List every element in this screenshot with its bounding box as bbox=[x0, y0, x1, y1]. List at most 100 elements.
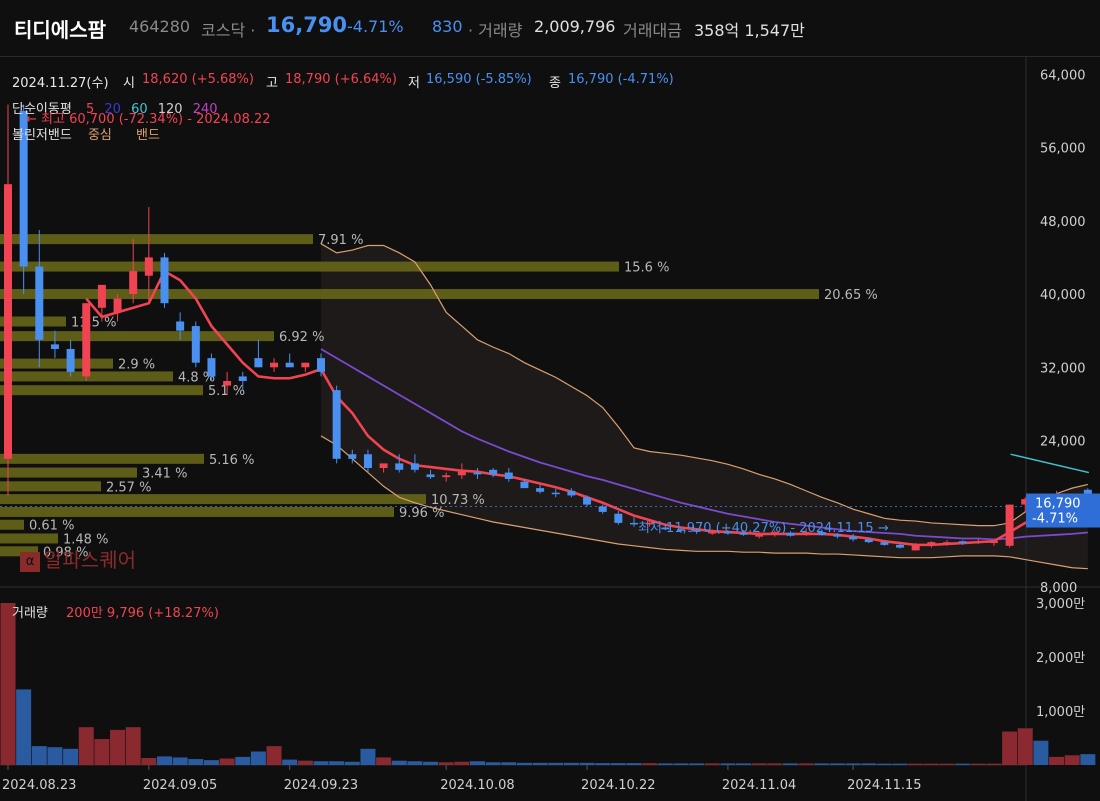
volume-profile-label: 2.57 % bbox=[106, 480, 151, 495]
volume-tick: 3,000만 bbox=[1036, 597, 1085, 612]
candle-body bbox=[567, 490, 576, 496]
candle-body bbox=[129, 271, 138, 295]
volume-bar bbox=[78, 727, 94, 765]
volume-bar bbox=[516, 762, 532, 765]
volume-profile-label: 5.16 % bbox=[209, 453, 254, 468]
candle-body bbox=[270, 362, 279, 368]
volume-profile-label: 11.5 % bbox=[71, 316, 116, 331]
volume-profile-label: 2.9 % bbox=[118, 358, 155, 373]
candle-body bbox=[520, 481, 529, 489]
volume-profile-bar bbox=[0, 481, 101, 492]
time-tick: 2024.11.15 bbox=[847, 778, 921, 793]
candle-body bbox=[379, 463, 388, 468]
candle-body bbox=[301, 362, 310, 368]
candle-body bbox=[551, 492, 560, 495]
candle-body bbox=[410, 463, 419, 470]
volume-bar bbox=[892, 763, 908, 765]
volume-bar bbox=[1064, 755, 1080, 765]
volume-bar bbox=[986, 763, 1002, 765]
volume-profile-bar bbox=[0, 289, 819, 300]
volume-bar bbox=[673, 763, 689, 765]
volume-bar bbox=[595, 763, 611, 765]
volume-bar bbox=[532, 762, 548, 765]
volume-bar bbox=[579, 762, 595, 765]
volume-bar bbox=[1033, 740, 1049, 765]
volume-profile-bar bbox=[0, 261, 619, 272]
alphasquare-logo-icon: α bbox=[20, 552, 40, 572]
bb-legend[interactable]: 볼린저밴드 중심 밴드 bbox=[12, 126, 160, 146]
time-tick: 2024.08.23 bbox=[2, 778, 76, 793]
volume-profile-bar bbox=[0, 358, 113, 369]
volume-bar bbox=[344, 761, 360, 765]
candle-body bbox=[160, 257, 169, 304]
volume-bar bbox=[63, 748, 79, 765]
volume-bar bbox=[219, 758, 235, 765]
volume-profile-bar bbox=[0, 453, 204, 464]
volume-profile-bar bbox=[0, 519, 24, 530]
min-price-note: 최저 11,970 (+40.27%) - 2024.11.15 → bbox=[638, 517, 889, 536]
volume-bar bbox=[955, 763, 971, 765]
volume-bar bbox=[689, 763, 705, 765]
price-tick: 24,000 bbox=[1040, 435, 1086, 450]
candle-body bbox=[35, 266, 44, 340]
candle-body bbox=[989, 541, 998, 544]
volume-bar bbox=[798, 763, 814, 765]
volume-bar bbox=[438, 762, 454, 765]
volume-bar bbox=[454, 761, 470, 765]
candle-body bbox=[395, 463, 404, 470]
volume-bar bbox=[250, 751, 266, 765]
volume-bar bbox=[657, 763, 673, 765]
candle-body bbox=[191, 326, 200, 363]
max-note-text: 최고 60,700 (-72.34%) - 2024.08.22 bbox=[41, 112, 271, 127]
volume-bar bbox=[0, 603, 16, 765]
volume-bar bbox=[110, 729, 126, 765]
candle-body bbox=[207, 358, 216, 377]
candle-body bbox=[348, 454, 357, 459]
candle-body bbox=[363, 454, 372, 468]
candle-body bbox=[536, 488, 545, 492]
volume-bar bbox=[329, 761, 345, 765]
candle-body bbox=[4, 184, 12, 459]
volume-tick: 1,000만 bbox=[1036, 705, 1085, 720]
volume-bar bbox=[376, 757, 392, 765]
volume-bar bbox=[313, 761, 329, 765]
candle-body bbox=[144, 257, 153, 276]
candle-body bbox=[426, 474, 435, 478]
ma60-line bbox=[1010, 453, 1090, 474]
volume-bar bbox=[266, 746, 282, 765]
candle-body bbox=[598, 506, 607, 512]
price-tick: 64,000 bbox=[1040, 68, 1086, 83]
candle-body bbox=[943, 542, 951, 544]
candle-body bbox=[238, 376, 247, 382]
candle-body bbox=[880, 542, 889, 545]
candle-body bbox=[113, 298, 122, 313]
price-tick: 32,000 bbox=[1040, 361, 1086, 376]
volume-profile-label: 9.96 % bbox=[399, 506, 444, 521]
volume-panel-label: 거래량 200만 9,796 (+18.27%) bbox=[12, 604, 219, 624]
time-tick: 2024.10.08 bbox=[440, 778, 514, 793]
volume-bar bbox=[16, 689, 32, 765]
candle-body bbox=[332, 390, 341, 459]
bb-band-label: 밴드 bbox=[136, 128, 160, 143]
volume-bar bbox=[235, 756, 251, 765]
volume-bar bbox=[157, 756, 172, 765]
candle-body bbox=[473, 472, 482, 475]
current-pct-tag: -4.71% bbox=[1032, 512, 1078, 527]
bb-label: 볼린저밴드 bbox=[12, 128, 72, 143]
volume-bar bbox=[829, 763, 845, 765]
volume-bar bbox=[610, 763, 626, 765]
volume-bar bbox=[282, 759, 298, 765]
bb-mid-label: 중심 bbox=[87, 128, 112, 143]
volume-bar bbox=[360, 748, 376, 765]
volume-profile-label: 15.6 % bbox=[624, 261, 669, 276]
candle-body bbox=[583, 497, 592, 505]
volume-tick: 2,000만 bbox=[1036, 651, 1085, 666]
volume-bar bbox=[47, 747, 63, 765]
volume-bar bbox=[423, 761, 439, 765]
candle-body bbox=[896, 544, 905, 548]
volume-profile-bar bbox=[0, 234, 313, 245]
volume-bar bbox=[125, 727, 141, 765]
time-tick: 2024.09.23 bbox=[284, 778, 358, 793]
candle-body bbox=[176, 321, 185, 331]
volume-bar bbox=[751, 763, 767, 765]
